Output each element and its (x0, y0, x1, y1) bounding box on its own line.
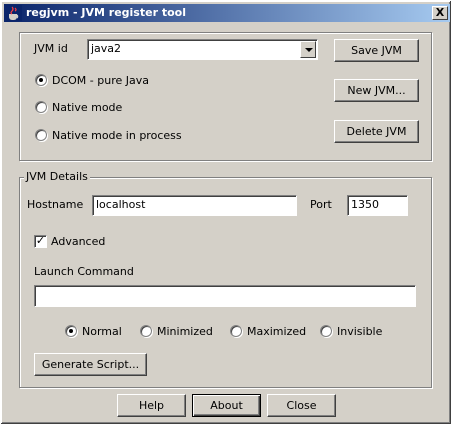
new-jvm-button[interactable]: New JVM... (334, 79, 419, 102)
about-button[interactable]: About (192, 394, 261, 417)
radio-window-invisible-label[interactable]: Invisible (337, 325, 382, 338)
help-button[interactable]: Help (117, 394, 186, 417)
advanced-checkbox[interactable]: ✓ (34, 235, 47, 248)
port-label: Port (310, 198, 332, 211)
radio-native-in-process-label[interactable]: Native mode in process (52, 129, 182, 142)
radio-native-mode-label[interactable]: Native mode (52, 101, 122, 114)
chevron-down-icon[interactable] (300, 41, 316, 58)
port-input[interactable]: 1350 (347, 195, 408, 216)
delete-jvm-button[interactable]: Delete JVM (334, 120, 419, 143)
save-jvm-button[interactable]: Save JVM (334, 39, 419, 62)
jvm-id-value: java2 (91, 42, 122, 55)
check-icon: ✓ (35, 234, 46, 247)
jvm-id-label: JVM id (34, 42, 68, 55)
port-value: 1350 (351, 198, 379, 211)
radio-dcom-pure-java[interactable] (35, 74, 47, 86)
hostname-input[interactable]: localhost (92, 195, 297, 216)
generate-script-button[interactable]: Generate Script... (34, 353, 147, 376)
close-window-button[interactable]: X (432, 6, 448, 20)
radio-window-normal[interactable] (65, 325, 77, 337)
regjvm-window: regjvm - JVM register tool X JVM id java… (0, 0, 452, 425)
radio-native-in-process[interactable] (35, 129, 47, 141)
launch-command-input[interactable] (34, 285, 416, 307)
close-button[interactable]: Close (267, 394, 336, 417)
radio-window-maximized-label[interactable]: Maximized (247, 325, 306, 338)
title-bar[interactable]: regjvm - JVM register tool X (4, 4, 450, 22)
radio-window-minimized[interactable] (140, 325, 152, 337)
radio-native-mode[interactable] (35, 101, 47, 113)
advanced-label[interactable]: Advanced (51, 235, 105, 248)
window-title: regjvm - JVM register tool (26, 6, 186, 19)
hostname-value: localhost (96, 198, 146, 211)
radio-window-normal-label[interactable]: Normal (82, 325, 122, 338)
radio-window-invisible[interactable] (320, 325, 332, 337)
jvm-details-legend: JVM Details (24, 170, 90, 183)
hostname-label: Hostname (27, 198, 84, 211)
java-cup-icon (6, 5, 22, 21)
radio-window-maximized[interactable] (230, 325, 242, 337)
close-icon: X (435, 6, 445, 19)
jvm-id-combobox[interactable]: java2 (87, 39, 318, 60)
radio-window-minimized-label[interactable]: Minimized (157, 325, 213, 338)
launch-command-label: Launch Command (34, 265, 134, 278)
radio-dcom-pure-java-label[interactable]: DCOM - pure Java (52, 74, 149, 87)
